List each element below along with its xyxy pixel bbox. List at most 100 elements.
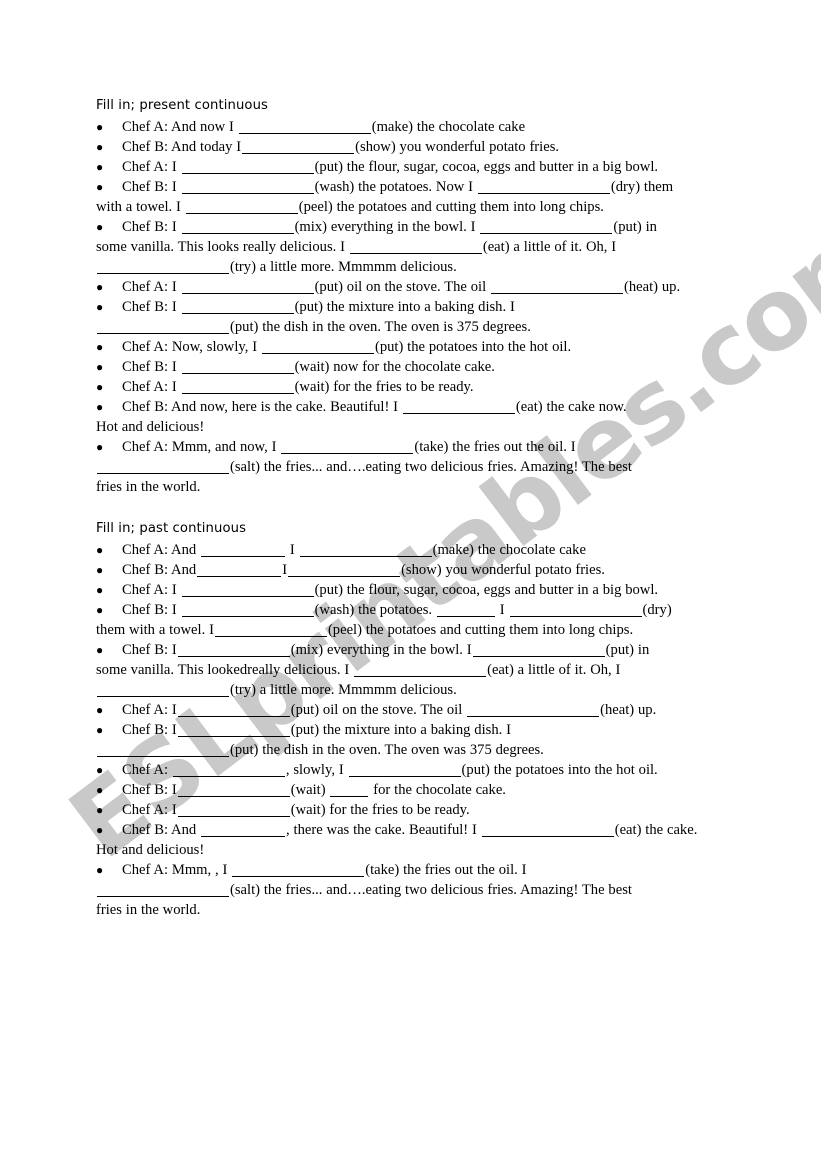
answer-blank[interactable] xyxy=(97,460,229,474)
answer-blank[interactable] xyxy=(201,543,286,557)
line-text: (peel) the potatoes and cutting them int… xyxy=(327,622,634,638)
worksheet-content: Fill in; present continuous ● Chef A: And … xyxy=(96,96,730,920)
answer-blank[interactable] xyxy=(197,563,282,577)
dialogue-line: ● Chef A: And I (make) the chocolate cake xyxy=(96,540,730,560)
answer-blank[interactable] xyxy=(97,320,229,334)
answer-blank[interactable] xyxy=(177,783,290,797)
dialogue-continuation-line: Hot and delicious! xyxy=(96,417,730,437)
line-text: (wait) xyxy=(290,782,330,798)
line-text: (put) the flour, sugar, cocoa, eggs and … xyxy=(314,582,659,598)
line-text: (wait) now for the chocolate cake. xyxy=(294,359,495,375)
bullet-icon: ● xyxy=(96,723,104,737)
answer-blank[interactable] xyxy=(509,603,642,617)
answer-blank[interactable] xyxy=(177,803,290,817)
answer-blank[interactable] xyxy=(181,160,314,174)
line-text: I xyxy=(495,602,509,618)
line-text: Chef A: I xyxy=(122,279,181,295)
line-text: (put) the flour, sugar, cocoa, eggs and … xyxy=(314,159,659,175)
line-text: (put) in xyxy=(605,642,650,658)
answer-blank[interactable] xyxy=(330,783,369,797)
answer-blank[interactable] xyxy=(299,543,432,557)
answer-blank[interactable] xyxy=(177,723,290,737)
dialogue-line: ● Chef A: I (put) oil on the stove. The oi… xyxy=(96,700,730,720)
bullet-icon: ● xyxy=(96,280,104,294)
line-text: (make) the chocolate cake xyxy=(432,542,586,558)
line-text: (try) a little more. Mmmmm delicious. xyxy=(230,259,457,275)
answer-blank[interactable] xyxy=(97,260,229,274)
answer-blank[interactable] xyxy=(97,683,229,697)
line-text: fries in the world. xyxy=(96,479,201,495)
answer-blank[interactable] xyxy=(232,863,365,877)
answer-blank[interactable] xyxy=(172,763,285,777)
answer-blank[interactable] xyxy=(402,400,515,414)
answer-blank[interactable] xyxy=(354,663,487,677)
dialogue-line: ● Chef B: I (wash) the potatoes. I (dry) xyxy=(96,600,730,620)
line-text: I xyxy=(286,542,299,558)
answer-blank[interactable] xyxy=(97,743,229,757)
answer-blank[interactable] xyxy=(349,240,482,254)
line-text: Chef B: And xyxy=(122,822,201,838)
answer-blank[interactable] xyxy=(467,703,600,717)
answer-blank[interactable] xyxy=(177,643,290,657)
answer-blank[interactable] xyxy=(97,883,229,897)
line-text: Hot and delicious! xyxy=(96,842,205,858)
answer-blank[interactable] xyxy=(238,120,371,134)
answer-blank[interactable] xyxy=(480,220,613,234)
answer-blank[interactable] xyxy=(288,563,401,577)
answer-blank[interactable] xyxy=(177,703,290,717)
line-text: (put) the dish in the oven. The oven was… xyxy=(230,742,544,758)
bullet-icon: ● xyxy=(96,863,104,877)
answer-blank[interactable] xyxy=(181,300,294,314)
dialogue-line: ● Chef A: I (wait) for the fries to be re… xyxy=(96,377,730,397)
line-text: (put) the potatoes into the hot oil. xyxy=(374,339,572,355)
section-title: Fill in; past continuous xyxy=(96,521,247,536)
bullet-icon: ● xyxy=(96,180,104,194)
line-text: (eat) the cake now. xyxy=(515,399,627,415)
worksheet-section: Fill in; past continuous ● Chef A: And I (… xyxy=(96,519,730,920)
bullet-icon: ● xyxy=(96,603,104,617)
answer-blank[interactable] xyxy=(181,220,294,234)
answer-blank[interactable] xyxy=(472,643,605,657)
bullet-icon: ● xyxy=(96,140,104,154)
answer-blank[interactable] xyxy=(181,583,314,597)
answer-blank[interactable] xyxy=(261,340,374,354)
answer-blank[interactable] xyxy=(181,180,314,194)
answer-blank[interactable] xyxy=(490,280,623,294)
line-text: for the chocolate cake. xyxy=(369,782,506,798)
answer-blank[interactable] xyxy=(181,360,294,374)
line-text: Chef A: I xyxy=(122,582,181,598)
answer-blank[interactable] xyxy=(242,140,355,154)
line-text: Chef A: And xyxy=(122,542,201,558)
line-text: Chef A: I xyxy=(122,802,177,818)
line-text: (take) the fries out the oil. I xyxy=(365,862,527,878)
line-text: (eat) a little of it. Oh, I xyxy=(487,662,621,678)
bullet-icon: ● xyxy=(96,220,104,234)
answer-blank[interactable] xyxy=(481,823,614,837)
dialogue-line: ● Chef B: And I (show) you wonderful potato… xyxy=(96,560,730,580)
answer-blank[interactable] xyxy=(436,603,495,617)
line-text: (wait) for the fries to be ready. xyxy=(294,379,474,395)
line-text: (try) a little more. Mmmmm delicious. xyxy=(230,682,457,698)
answer-blank[interactable] xyxy=(477,180,610,194)
answer-blank[interactable] xyxy=(185,200,298,214)
bullet-icon: ● xyxy=(96,783,104,797)
line-text: (wait) for the fries to be ready. xyxy=(290,802,470,818)
answer-blank[interactable] xyxy=(348,763,461,777)
dialogue-continuation-line: (put) the dish in the oven. The oven is … xyxy=(96,317,730,337)
answer-blank[interactable] xyxy=(181,603,314,617)
line-text: Chef A: And now I xyxy=(122,119,238,135)
answer-blank[interactable] xyxy=(181,280,314,294)
dialogue-line: ● Chef B: I (mix) everything in the bowl. … xyxy=(96,640,730,660)
dialogue-continuation-line: (salt) the fries... and….eating two deli… xyxy=(96,880,730,900)
dialogue-continuation-line: fries in the world. xyxy=(96,900,730,920)
answer-blank[interactable] xyxy=(181,380,294,394)
answer-blank[interactable] xyxy=(201,823,286,837)
dialogue-continuation-line: (try) a little more. Mmmmm delicious. xyxy=(96,257,730,277)
line-text: Chef B: I xyxy=(122,782,177,798)
line-text: (show) you wonderful potato fries. xyxy=(355,139,560,155)
bullet-icon: ● xyxy=(96,380,104,394)
sections-container: Fill in; present continuous ● Chef A: And … xyxy=(96,96,730,920)
answer-blank[interactable] xyxy=(281,440,414,454)
answer-blank[interactable] xyxy=(214,623,327,637)
line-text: (mix) everything in the bowl. I xyxy=(290,642,472,658)
